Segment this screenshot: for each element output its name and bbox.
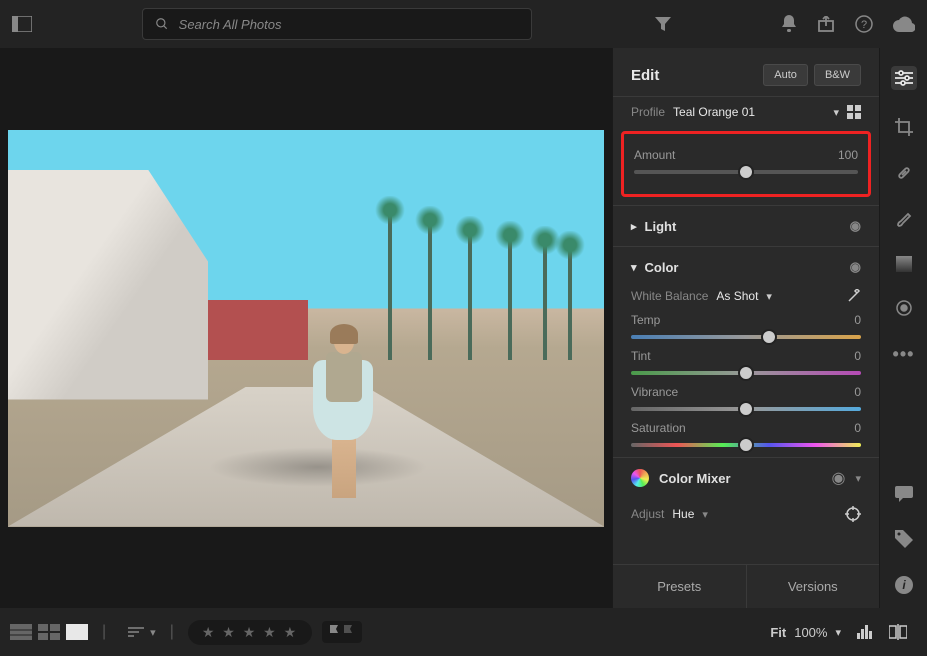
saturation-slider[interactable]: Saturation0 — [613, 415, 879, 457]
svg-text:?: ? — [861, 19, 867, 31]
versions-tab[interactable]: Versions — [746, 565, 880, 608]
eyedropper-icon[interactable] — [847, 289, 861, 303]
canvas-area[interactable] — [0, 48, 612, 608]
auto-button[interactable]: Auto — [763, 64, 808, 86]
adjust-label: Adjust — [631, 507, 664, 521]
fit-label: Fit — [770, 625, 786, 640]
color-wheel-icon — [631, 469, 649, 487]
white-balance-label: White Balance — [631, 289, 708, 303]
comment-icon[interactable] — [895, 486, 913, 502]
info-icon[interactable]: i — [895, 576, 913, 594]
light-section[interactable]: ▸ Light ◉ — [613, 205, 879, 246]
light-label: Light — [645, 219, 677, 234]
presets-tab[interactable]: Presets — [613, 565, 746, 608]
color-section[interactable]: ▾ Color ◉ — [613, 246, 879, 279]
edit-panel: Edit Auto B&W Profile Teal Orange 01 ▾ A… — [612, 48, 879, 608]
main-area: Edit Auto B&W Profile Teal Orange 01 ▾ A… — [0, 48, 927, 608]
compare-icon[interactable] — [889, 624, 907, 640]
eye-icon[interactable]: ◉ — [832, 468, 846, 488]
color-mixer-row[interactable]: Color Mixer ◉ ▾ — [613, 457, 879, 498]
amount-highlight: Amount 100 — [621, 131, 871, 197]
right-rail: ••• i — [879, 48, 927, 608]
panel-toggle-icon[interactable] — [12, 16, 32, 32]
single-view-icon[interactable] — [66, 624, 88, 640]
adjust-row[interactable]: Adjust Hue ▾ — [613, 498, 879, 532]
bell-icon[interactable] — [781, 15, 797, 33]
edit-title: Edit — [631, 67, 659, 84]
chevron-down-icon: ▾ — [150, 626, 156, 639]
help-icon[interactable]: ? — [855, 15, 873, 33]
linear-gradient-icon[interactable] — [896, 256, 912, 272]
profile-value: Teal Orange 01 — [673, 105, 825, 119]
view-mode-buttons — [10, 624, 88, 640]
chevron-down-icon: ▾ — [833, 106, 839, 119]
brush-icon[interactable] — [895, 210, 913, 228]
white-balance-value: As Shot — [716, 289, 758, 303]
white-balance-row[interactable]: White Balance As Shot ▾ — [613, 279, 879, 307]
topbar-right-icons: ? — [781, 15, 915, 33]
temp-slider[interactable]: Temp0 — [613, 307, 879, 343]
cloud-icon[interactable] — [893, 16, 915, 32]
tag-icon[interactable] — [895, 530, 913, 548]
search-placeholder: Search All Photos — [179, 17, 282, 32]
grid-view-icon[interactable] — [10, 624, 32, 640]
tint-slider[interactable]: Tint0 — [613, 343, 879, 379]
photo-preview — [8, 130, 604, 527]
histogram-icon[interactable] — [857, 625, 875, 639]
color-label: Color — [645, 260, 679, 275]
edit-sliders-icon[interactable] — [891, 66, 917, 90]
profile-browser-icon[interactable] — [847, 105, 861, 119]
search-input[interactable]: Search All Photos — [142, 8, 532, 40]
color-mixer-label: Color Mixer — [659, 471, 731, 486]
chevron-down-icon: ▾ — [631, 261, 637, 274]
zoom-controls[interactable]: Fit 100% ▾ — [770, 624, 907, 640]
panel-tabs: Presets Versions — [613, 564, 879, 608]
profile-row[interactable]: Profile Teal Orange 01 ▾ — [613, 96, 879, 127]
amount-label: Amount — [634, 148, 675, 162]
rating-stars[interactable]: ★ ★ ★ ★ ★ — [188, 620, 312, 645]
chevron-right-icon: ▸ — [631, 220, 637, 233]
chevron-down-icon: ▾ — [855, 472, 861, 485]
vibrance-slider[interactable]: Vibrance0 — [613, 379, 879, 415]
chevron-down-icon: ▾ — [702, 508, 708, 521]
eye-icon[interactable]: ◉ — [850, 259, 861, 275]
chevron-down-icon: ▾ — [835, 626, 841, 639]
edit-header: Edit Auto B&W — [613, 48, 879, 96]
bottom-bar: | ▾ | ★ ★ ★ ★ ★ Fit 100% ▾ — [0, 608, 927, 656]
sort-dropdown[interactable]: ▾ — [128, 626, 156, 639]
more-icon[interactable]: ••• — [893, 344, 915, 365]
adjust-value: Hue — [672, 507, 694, 521]
square-grid-icon[interactable] — [38, 624, 60, 640]
flag-controls[interactable] — [322, 621, 362, 643]
amount-value: 100 — [838, 148, 858, 162]
search-icon — [155, 17, 169, 31]
top-bar: Search All Photos ? — [0, 0, 927, 48]
target-adjust-icon[interactable] — [845, 506, 861, 522]
share-icon[interactable] — [817, 16, 835, 32]
filter-icon[interactable] — [655, 17, 671, 31]
eye-icon[interactable]: ◉ — [850, 218, 861, 234]
crop-icon[interactable] — [895, 118, 913, 136]
healing-icon[interactable] — [895, 164, 913, 182]
bw-button[interactable]: B&W — [814, 64, 861, 86]
radial-gradient-icon[interactable] — [896, 300, 912, 316]
chevron-down-icon: ▾ — [766, 290, 772, 303]
zoom-value: 100% — [794, 625, 827, 640]
amount-slider[interactable]: Amount 100 — [634, 142, 858, 180]
profile-label: Profile — [631, 105, 665, 119]
